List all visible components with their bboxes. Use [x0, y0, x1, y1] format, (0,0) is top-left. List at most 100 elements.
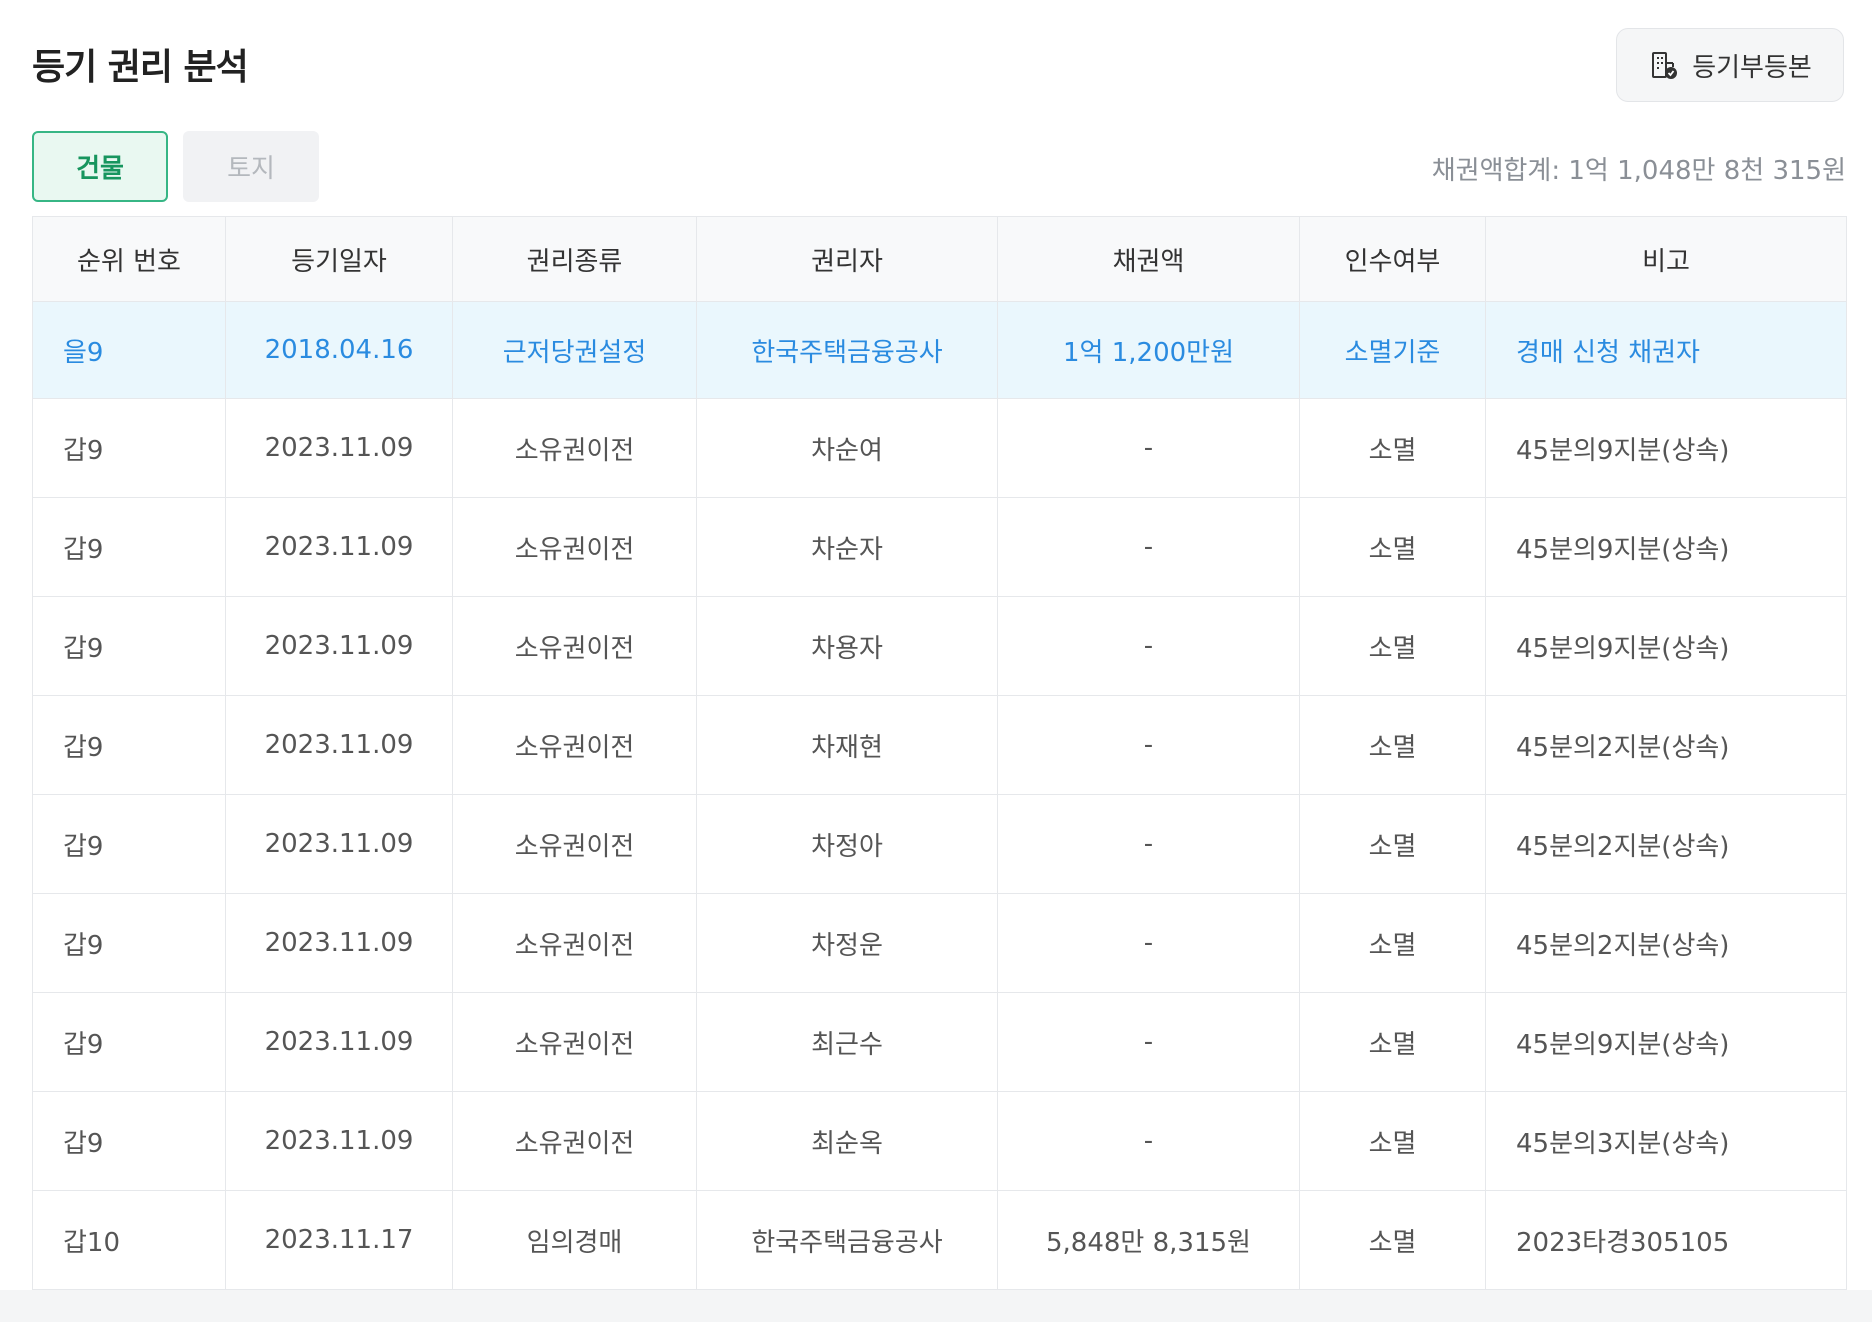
table-row: 갑9 2023.11.09 소유권이전 차용자 - 소멸 45분의9지분(상속)	[32, 596, 1847, 696]
tab-building[interactable]: 건물	[32, 131, 168, 202]
cell-note: 45분의9지분(상속)	[1485, 497, 1847, 597]
cell-note: 45분의9지분(상속)	[1485, 992, 1847, 1092]
table-row: 갑10 2023.11.17 임의경매 한국주택금융공사 5,848만 8,315원 소멸…	[32, 1190, 1847, 1290]
table-row: 갑9 2023.11.09 소유권이전 차재현 - 소멸 45분의2지분(상속)	[32, 695, 1847, 795]
cell-takeover: 소멸	[1299, 398, 1486, 498]
table-header-row: 순위 번호 등기일자 권리종류 권리자 채권액 인수여부 비고	[32, 216, 1847, 302]
table-row: 갑9 2023.11.09 소유권이전 차순자 - 소멸 45분의9지분(상속)	[32, 497, 1847, 597]
cell-takeover: 소멸기준	[1299, 301, 1486, 399]
cell-rank: 갑9	[32, 992, 226, 1092]
cell-holder: 차순여	[696, 398, 998, 498]
cell-right-type: 소유권이전	[452, 992, 697, 1092]
cell-right-type: 소유권이전	[452, 596, 697, 696]
rights-analysis-page: 등기 권리 분석 등기부등본 건물 토지 채권액합계: 1억 1,048만 8천…	[0, 0, 1872, 1322]
cell-rank: 갑9	[32, 794, 226, 894]
column-header-holder: 권리자	[696, 216, 998, 302]
cell-holder: 한국주택금융공사	[696, 301, 998, 399]
cell-note: 45분의9지분(상속)	[1485, 398, 1847, 498]
cell-rank: 갑9	[32, 398, 226, 498]
cell-note: 45분의3지분(상속)	[1485, 1091, 1847, 1191]
table-row: 갑9 2023.11.09 소유권이전 최근수 - 소멸 45분의9지분(상속)	[32, 992, 1847, 1092]
cell-takeover: 소멸	[1299, 596, 1486, 696]
bottom-divider	[0, 1290, 1872, 1322]
cell-amount: -	[997, 794, 1300, 894]
cell-takeover: 소멸	[1299, 695, 1486, 795]
building-document-icon	[1648, 49, 1680, 81]
cell-amount: -	[997, 992, 1300, 1092]
cell-holder: 차정아	[696, 794, 998, 894]
column-header-type: 권리종류	[452, 216, 697, 302]
cell-note: 45분의2지분(상속)	[1485, 794, 1847, 894]
column-header-rank: 순위 번호	[32, 216, 226, 302]
column-header-note: 비고	[1485, 216, 1847, 302]
cell-right-type: 소유권이전	[452, 893, 697, 993]
cell-holder: 최근수	[696, 992, 998, 1092]
table-row: 갑9 2023.11.09 소유권이전 최순옥 - 소멸 45분의3지분(상속)	[32, 1091, 1847, 1191]
claim-total-label: 채권액합계:	[1431, 156, 1561, 186]
column-header-date: 등기일자	[225, 216, 453, 302]
cell-amount: -	[997, 893, 1300, 993]
cell-amount: -	[997, 497, 1300, 597]
table-row: 갑9 2023.11.09 소유권이전 차순여 - 소멸 45분의9지분(상속)	[32, 398, 1847, 498]
cell-date: 2023.11.09	[225, 695, 453, 795]
cell-date: 2023.11.09	[225, 992, 453, 1092]
table-row: 갑9 2023.11.09 소유권이전 차정운 - 소멸 45분의2지분(상속)	[32, 893, 1847, 993]
cell-date: 2023.11.17	[225, 1190, 453, 1290]
cell-right-type: 소유권이전	[452, 497, 697, 597]
cell-rank: 갑9	[32, 497, 226, 597]
cell-rank: 갑9	[32, 695, 226, 795]
cell-right-type: 소유권이전	[452, 1091, 697, 1191]
cell-note: 45분의2지분(상속)	[1485, 695, 1847, 795]
cell-right-type: 소유권이전	[452, 794, 697, 894]
cell-date: 2023.11.09	[225, 893, 453, 993]
cell-date: 2018.04.16	[225, 301, 453, 399]
claim-total-summary: 채권액합계: 1억 1,048만 8천 315원	[1432, 150, 1846, 187]
column-header-amount: 채권액	[997, 216, 1300, 302]
cell-rank: 갑9	[32, 893, 226, 993]
cell-takeover: 소멸	[1299, 1091, 1486, 1191]
cell-rank: 을9	[32, 301, 226, 399]
column-header-takeover: 인수여부	[1299, 216, 1486, 302]
cell-note: 45분의2지분(상속)	[1485, 893, 1847, 993]
tab-land[interactable]: 토지	[183, 131, 319, 202]
cell-date: 2023.11.09	[225, 1091, 453, 1191]
table-row: 갑9 2023.11.09 소유권이전 차정아 - 소멸 45분의2지분(상속)	[32, 794, 1847, 894]
cell-amount: -	[997, 596, 1300, 696]
cell-holder: 차정운	[696, 893, 998, 993]
cell-amount: -	[997, 398, 1300, 498]
table-row: 을9 2018.04.16 근저당권설정 한국주택금융공사 1억 1,200만원 소멸기준…	[32, 301, 1847, 399]
cell-rank: 갑10	[32, 1190, 226, 1290]
cell-holder: 차순자	[696, 497, 998, 597]
page-title: 등기 권리 분석	[32, 47, 249, 88]
cell-note: 2023타경305105	[1485, 1190, 1847, 1290]
cell-rank: 갑9	[32, 1091, 226, 1191]
registry-document-button[interactable]: 등기부등본	[1616, 28, 1844, 102]
cell-date: 2023.11.09	[225, 398, 453, 498]
cell-takeover: 소멸	[1299, 893, 1486, 993]
cell-date: 2023.11.09	[225, 794, 453, 894]
cell-takeover: 소멸	[1299, 497, 1486, 597]
cell-right-type: 소유권이전	[452, 695, 697, 795]
cell-date: 2023.11.09	[225, 497, 453, 597]
rights-table-body: 을9 2018.04.16 근저당권설정 한국주택금융공사 1억 1,200만원 소멸기준…	[32, 301, 1847, 1290]
cell-date: 2023.11.09	[225, 596, 453, 696]
cell-note: 경매 신청 채권자	[1485, 301, 1847, 399]
registry-document-label: 등기부등본	[1692, 52, 1812, 83]
claim-total-amount: 1억 1,048만 8천 315원	[1568, 156, 1846, 186]
cell-right-type: 임의경매	[452, 1190, 697, 1290]
cell-right-type: 소유권이전	[452, 398, 697, 498]
cell-right-type: 근저당권설정	[452, 301, 697, 399]
cell-holder: 차재현	[696, 695, 998, 795]
cell-takeover: 소멸	[1299, 794, 1486, 894]
cell-note: 45분의9지분(상속)	[1485, 596, 1847, 696]
cell-amount: 5,848만 8,315원	[997, 1190, 1300, 1290]
cell-holder: 차용자	[696, 596, 998, 696]
cell-amount: -	[997, 695, 1300, 795]
cell-amount: -	[997, 1091, 1300, 1191]
cell-rank: 갑9	[32, 596, 226, 696]
rights-table: 순위 번호 등기일자 권리종류 권리자 채권액 인수여부 비고 을9 2018.0…	[32, 216, 1847, 1290]
cell-holder: 최순옥	[696, 1091, 998, 1191]
cell-holder: 한국주택금융공사	[696, 1190, 998, 1290]
cell-amount: 1억 1,200만원	[997, 301, 1300, 399]
cell-takeover: 소멸	[1299, 1190, 1486, 1290]
